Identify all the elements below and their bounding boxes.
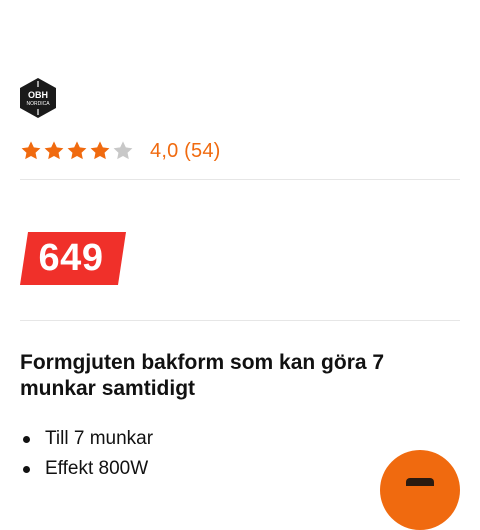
star-filled-icon <box>89 140 111 162</box>
rating-score-text[interactable]: 4,0 (54) <box>150 140 221 163</box>
divider <box>20 179 460 180</box>
brand-logo[interactable]: OBH NORDICA <box>20 78 56 118</box>
price-amount: 649 <box>38 237 104 279</box>
bullet-icon <box>23 435 30 443</box>
product-title: Formgjuten bakform som kan göra 7 munkar… <box>20 351 385 400</box>
product-rating[interactable]: 4,0 (54) <box>20 138 221 164</box>
logo-text-line2: NORDICA <box>26 101 50 107</box>
chat-icon <box>406 478 434 486</box>
obh-nordica-logo: OBH NORDICA <box>20 78 56 118</box>
rating-stars <box>20 140 134 162</box>
chat-button[interactable] <box>380 450 460 530</box>
feature-list: Till 7 munkar Effekt 800W <box>20 424 153 484</box>
star-filled-icon <box>66 140 88 162</box>
star-empty-icon <box>112 140 134 162</box>
bullet-icon <box>23 465 30 473</box>
star-filled-icon <box>43 140 65 162</box>
divider <box>20 320 460 321</box>
star-filled-icon <box>20 140 42 162</box>
price-badge: 649 <box>20 232 126 285</box>
feature-text: Till 7 munkar <box>45 428 154 449</box>
logo-text-line1: OBH <box>28 90 48 100</box>
feature-item: Till 7 munkar <box>20 424 153 454</box>
